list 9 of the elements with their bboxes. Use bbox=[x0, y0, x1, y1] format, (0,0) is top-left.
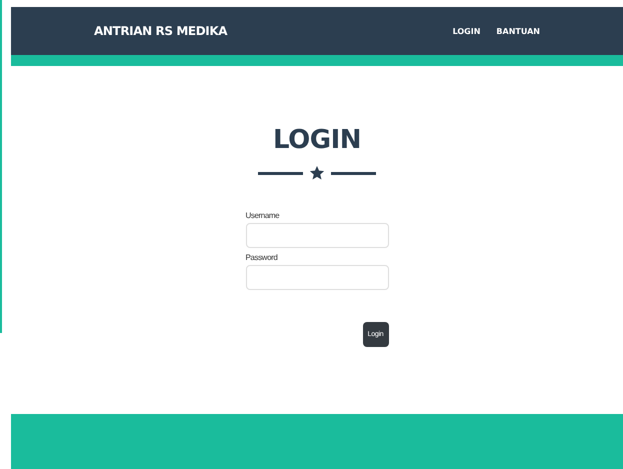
brand-title: ANTRIAN RS MEDIKA bbox=[94, 24, 228, 38]
star-icon bbox=[309, 165, 325, 181]
field-label: Password bbox=[246, 253, 278, 262]
nav-link[interactable]: BANTUAN bbox=[496, 26, 540, 36]
login-heading: LOGIN bbox=[272, 125, 362, 155]
nav-link[interactable]: LOGIN bbox=[452, 26, 480, 36]
field-label: Username bbox=[246, 211, 280, 220]
input-field[interactable] bbox=[246, 265, 388, 290]
input-field[interactable] bbox=[246, 223, 388, 248]
